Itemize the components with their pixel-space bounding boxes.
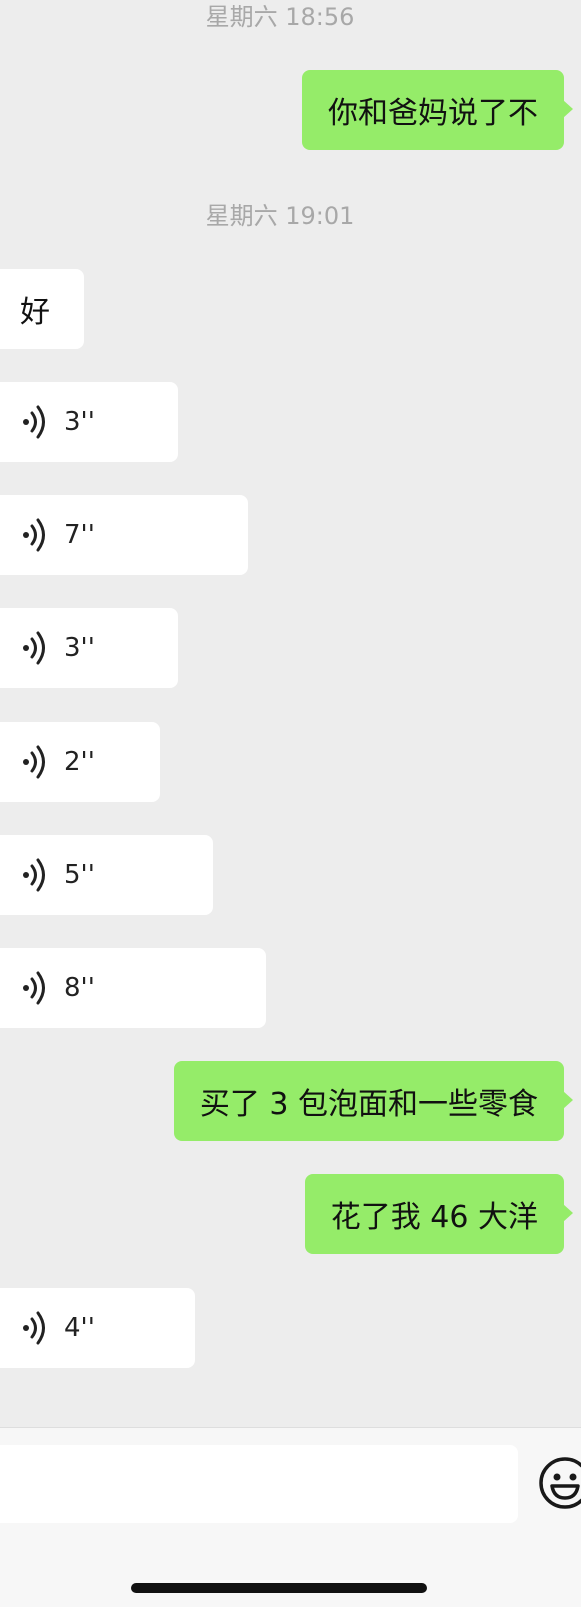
message-text: 买了 3 包泡面和一些零食 [199,1087,538,1122]
voice-wave-icon [23,405,45,439]
voice-message[interactable]: 5'' [0,835,213,915]
voice-message[interactable]: 3'' [0,382,178,462]
chat-area[interactable]: 星期六 18:56 你和爸妈说了不 星期六 19:01 好 3'' 7'' 3'… [0,0,581,1427]
message-input[interactable] [0,1445,518,1523]
incoming-message[interactable]: 好 [0,269,84,349]
voice-duration: 7'' [64,520,95,550]
emoji-icon[interactable] [538,1456,581,1510]
outgoing-message[interactable]: 你和爸妈说了不 [302,70,573,150]
message-text: 花了我 46 大洋 [330,1200,538,1235]
voice-message[interactable]: 4'' [0,1288,195,1368]
voice-duration: 4'' [64,1313,95,1343]
voice-message[interactable]: 8'' [0,948,266,1028]
message-text: 好 [20,295,50,330]
voice-duration: 5'' [64,860,95,890]
timestamp: 星期六 19:01 [205,202,355,230]
voice-wave-icon [23,745,45,779]
outgoing-message[interactable]: 买了 3 包泡面和一些零食 [173,1061,574,1141]
voice-duration: 8'' [64,973,95,1003]
voice-message[interactable]: 2'' [0,722,160,802]
timestamp: 星期六 18:56 [205,3,355,31]
voice-wave-icon [23,971,45,1005]
voice-wave-icon [23,518,45,552]
home-indicator [131,1583,427,1593]
voice-message[interactable]: 3'' [0,608,178,688]
voice-message[interactable]: 7'' [0,495,248,575]
voice-wave-icon [23,1311,45,1345]
voice-wave-icon [23,858,45,892]
message-text: 你和爸妈说了不 [328,96,538,131]
outgoing-message[interactable]: 花了我 46 大洋 [304,1174,574,1254]
voice-duration: 3'' [64,633,95,663]
voice-duration: 2'' [64,747,95,777]
voice-duration: 3'' [64,407,95,437]
input-bar [0,1427,581,1607]
voice-wave-icon [23,631,45,665]
